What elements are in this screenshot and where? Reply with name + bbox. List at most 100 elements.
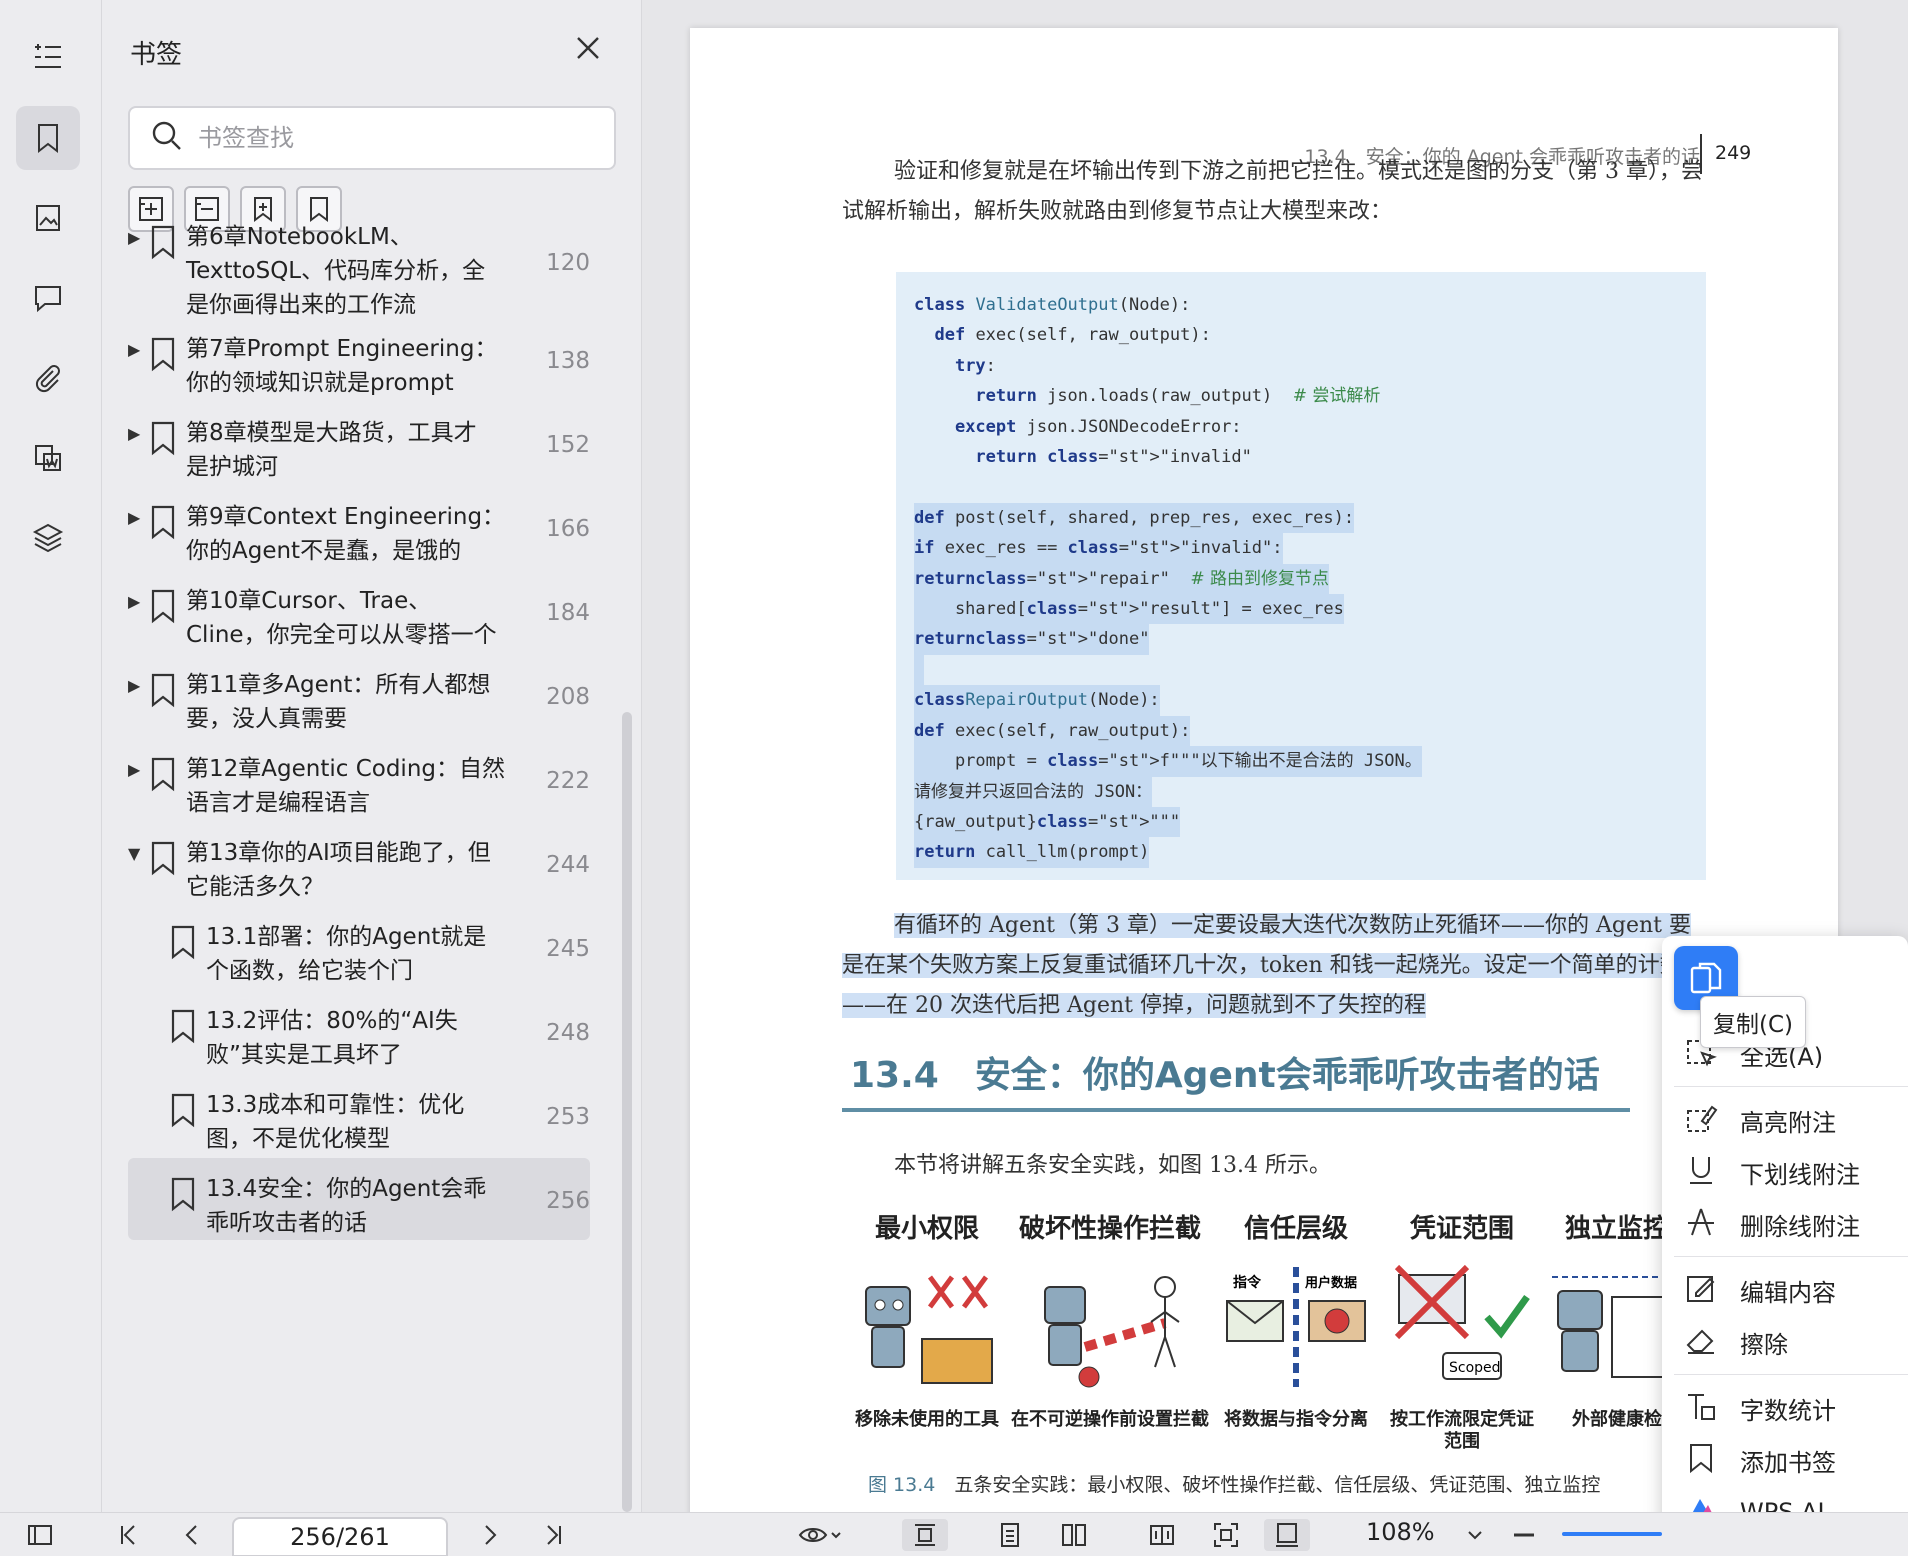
figure-caption-description: 五条安全实践：最小权限、破坏性操作拦截、信任层级、凭证范围、独立监控 bbox=[954, 1474, 1601, 1496]
expand-arrow-icon[interactable]: ▶ bbox=[128, 228, 148, 247]
first-page-icon[interactable] bbox=[108, 1519, 148, 1551]
bookmark-item[interactable]: 13.3成本和可靠性：优化 图，不是优化模型 253 bbox=[128, 1074, 590, 1158]
code-line: prompt = class="st">f"""以下输出不是合法的 JSON。 bbox=[914, 746, 1422, 777]
left-icon-rail bbox=[0, 0, 102, 1512]
bookmark-title-line: 13.4安全：你的Agent会乖 bbox=[206, 1176, 487, 1202]
menu-word-count[interactable]: 字数统计 bbox=[1684, 1386, 1836, 1430]
code-block[interactable]: class ValidateOutput(Node): def exec(sel… bbox=[896, 272, 1706, 880]
paragraph-validate[interactable]: 验证和修复就是在坏输出传到下游之前把它拦住。模式还是图的分支（第 3 章），尝试… bbox=[842, 152, 1706, 232]
bookmark-panel-icon[interactable] bbox=[16, 106, 80, 170]
attachment-icon[interactable] bbox=[16, 346, 80, 410]
thumbnail-icon[interactable] bbox=[16, 186, 80, 250]
bookmark-title: 第12章Agentic Coding：自然 语言才是编程语言 bbox=[186, 752, 505, 820]
menu-edit-content[interactable]: 编辑内容 bbox=[1684, 1268, 1836, 1312]
eraser-icon bbox=[1684, 1323, 1718, 1361]
fit-width-icon[interactable] bbox=[1264, 1519, 1310, 1551]
outline-icon[interactable] bbox=[16, 24, 80, 88]
sidebar-toggle-icon[interactable] bbox=[20, 1519, 60, 1551]
bookmark-title: 第8章模型是大路货，工具才 是护城河 bbox=[186, 416, 477, 484]
document-compare-icon[interactable] bbox=[16, 426, 80, 490]
code-line bbox=[914, 654, 925, 686]
bookmark-title: 第13章你的AI项目能跑了，但 它能活多久？ bbox=[186, 836, 491, 904]
close-icon[interactable] bbox=[572, 32, 604, 64]
bookmark-title-line: 你的Agent不是蠢，是饿的 bbox=[186, 538, 462, 564]
section-heading: 13.4 安全：你的Agent会乖乖听攻击者的话 bbox=[850, 1055, 1600, 1096]
menu-label: 擦除 bbox=[1740, 1330, 1788, 1359]
fit-page-icon[interactable] bbox=[1206, 1519, 1246, 1551]
bookmark-item[interactable]: ▼ 第13章你的AI项目能跑了，但 它能活多久？ 244 bbox=[128, 822, 590, 906]
bookmark-search[interactable] bbox=[128, 106, 616, 170]
menu-underline-note[interactable]: 下划线附注 bbox=[1684, 1150, 1860, 1194]
zoom-slider[interactable] bbox=[1562, 1532, 1662, 1536]
code-line: class RepairOutput(Node): bbox=[914, 685, 1160, 716]
bookmark-item[interactable]: ▶ 第11章多Agent：所有人都想 要，没人真需要 208 bbox=[128, 654, 590, 738]
menu-add-bookmark[interactable]: 添加书签 bbox=[1684, 1438, 1836, 1482]
figure-head: 信任层级 bbox=[1243, 1214, 1348, 1244]
bookmark-item[interactable]: ▶ 第9章Context Engineering： 你的Agent不是蠢，是饿的 16… bbox=[128, 486, 590, 570]
expand-arrow-icon[interactable]: ▶ bbox=[128, 760, 148, 779]
eye-protection-icon[interactable] bbox=[790, 1519, 850, 1551]
expand-arrow-icon[interactable]: ▶ bbox=[128, 592, 148, 611]
bookmark-title-line: 它能活多久？ bbox=[186, 874, 324, 900]
bookmark-item[interactable]: ▶ 第8章模型是大路货，工具才 是护城河 152 bbox=[128, 402, 590, 486]
menu-strikethrough-note[interactable]: 删除线附注 bbox=[1684, 1202, 1860, 1246]
bookmark-title: 第9章Context Engineering： 你的Agent不是蠢，是饿的 bbox=[186, 500, 505, 568]
credential-key-icon: Scoped bbox=[1394, 1264, 1530, 1380]
single-page-icon[interactable] bbox=[990, 1519, 1030, 1551]
highlight-icon bbox=[1684, 1101, 1718, 1139]
layers-icon[interactable] bbox=[16, 506, 80, 570]
bookmark-icon bbox=[148, 224, 178, 260]
next-page-icon[interactable] bbox=[470, 1519, 510, 1551]
bookmark-item[interactable]: ▶ 第6章NotebookLM、 TexttoSQL、代码库分析，全 是你画得出来的工… bbox=[128, 206, 590, 318]
bookmark-title: 13.4安全：你的Agent会乖 乖听攻击者的话 bbox=[206, 1172, 487, 1240]
bookmark-item[interactable]: ▶ 第7章Prompt Engineering： 你的领域知识就是prompt 138 bbox=[128, 318, 590, 402]
last-page-icon[interactable] bbox=[534, 1519, 574, 1551]
collapse-arrow-icon[interactable]: ▼ bbox=[128, 844, 148, 863]
expand-arrow-icon[interactable]: ▶ bbox=[128, 424, 148, 443]
bookmark-icon bbox=[148, 420, 178, 456]
menu-erase[interactable]: 擦除 bbox=[1684, 1320, 1788, 1364]
bookmark-title-line: 第10章Cursor、Trae、 bbox=[186, 588, 432, 614]
bookmark-item[interactable]: 13.4安全：你的Agent会乖 乖听攻击者的话 256 bbox=[128, 1158, 590, 1240]
figure-panel-destructive-block: 破坏性操作拦截 在不可逆操作前设置拦截 bbox=[1010, 1208, 1210, 1431]
page-number-input[interactable]: 256/261 bbox=[232, 1517, 448, 1556]
zoom-out-icon[interactable] bbox=[1506, 1519, 1542, 1551]
bookmark-icon bbox=[168, 1092, 198, 1128]
code-line: class ValidateOutput(Node): bbox=[914, 295, 1191, 315]
bookmark-title-line: 第12章Agentic Coding：自然 bbox=[186, 756, 505, 782]
book-mode-icon[interactable] bbox=[1142, 1519, 1182, 1551]
expand-arrow-icon[interactable]: ▶ bbox=[128, 340, 148, 359]
bookmark-item[interactable]: ▶ 第12章Agentic Coding：自然 语言才是编程语言 222 bbox=[128, 738, 590, 822]
underline-icon bbox=[1684, 1153, 1718, 1191]
prev-page-icon[interactable] bbox=[172, 1519, 212, 1551]
bookmark-icon bbox=[168, 1176, 198, 1212]
figure-caption-text: 移除未使用的工具 bbox=[855, 1409, 999, 1430]
bookmark-search-input[interactable] bbox=[198, 124, 578, 152]
paragraph-loop-limit[interactable]: 有循环的 Agent（第 3 章）一定要设最大迭代次数防止死循环——你的 Age… bbox=[842, 906, 1706, 1026]
bookmark-item[interactable]: 13.2评估：80%的“AI失 败”其实是工具坏了 248 bbox=[128, 990, 590, 1074]
bookmark-title: 13.1部署：你的Agent就是 个函数，给它装个门 bbox=[206, 920, 487, 988]
continuous-scroll-icon[interactable] bbox=[902, 1519, 948, 1551]
bookmark-page-number: 256 bbox=[546, 1188, 590, 1214]
zoom-level[interactable]: 108% bbox=[1366, 1518, 1435, 1546]
bookmark-page-number: 244 bbox=[546, 852, 590, 878]
bookmark-page-number: 245 bbox=[546, 936, 590, 962]
figure-caption-text: 将数据与指令分离 bbox=[1224, 1409, 1368, 1430]
paragraph-intro[interactable]: 本节将讲解五条安全实践，如图 13.4 所示。 bbox=[842, 1146, 1706, 1186]
code-line: return call_llm(prompt) bbox=[914, 837, 1150, 868]
bookmark-item[interactable]: ▶ 第10章Cursor、Trae、 Cline，你完全可以从零搭一个 184 bbox=[128, 570, 590, 654]
selected-text[interactable]: 有循环的 Agent（第 3 章）一定要设最大迭代次数防止死循环——你的 Age… bbox=[842, 913, 1704, 1018]
two-page-icon[interactable] bbox=[1054, 1519, 1094, 1551]
expand-arrow-icon[interactable]: ▶ bbox=[128, 676, 148, 695]
zoom-dropdown-icon[interactable] bbox=[1460, 1519, 1490, 1551]
menu-label: 字数统计 bbox=[1740, 1396, 1836, 1425]
comment-icon[interactable] bbox=[16, 266, 80, 330]
bookmark-title-line: 13.1部署：你的Agent就是 bbox=[206, 924, 487, 950]
panel-scrollbar[interactable] bbox=[622, 712, 632, 1512]
strikethrough-icon bbox=[1684, 1205, 1718, 1243]
bookmark-title-line: 13.2评估：80%的“AI失 bbox=[206, 1008, 458, 1034]
figure-tag-label: 指令 bbox=[1233, 1274, 1262, 1291]
expand-arrow-icon[interactable]: ▶ bbox=[128, 508, 148, 527]
menu-highlight-note[interactable]: 高亮附注 bbox=[1684, 1098, 1836, 1142]
bookmark-item[interactable]: 13.1部署：你的Agent就是 个函数，给它装个门 245 bbox=[128, 906, 590, 990]
